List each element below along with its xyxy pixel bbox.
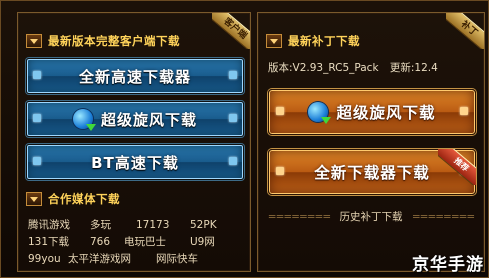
client-section-header: 最新版本完整客户端下载: [26, 33, 180, 49]
media-row: 腾讯游戏 多玩 17173 52PK: [28, 216, 244, 233]
patch-whirlwind-label: 超级旋风下载: [336, 104, 436, 122]
patch-section-title: 最新补丁下载: [288, 34, 360, 48]
diamond-icon: [33, 157, 41, 165]
diamond-icon: [33, 71, 41, 79]
whirlwind-download-label: 超级旋风下载: [100, 110, 197, 129]
media-partner-list: 腾讯游戏 多玩 17173 52PK 131下载 766 电玩巴士 U9网 99…: [28, 216, 244, 267]
diamond-icon: [33, 114, 41, 122]
bt-download-label: BT高速下载: [91, 153, 179, 172]
divider-left: ========: [267, 211, 331, 223]
client-ribbon-badge: 客户端: [212, 13, 250, 49]
diamond-icon: [276, 167, 284, 175]
media-section-header: 合作媒体下载: [26, 191, 120, 207]
site-watermark: 京华手游: [412, 255, 484, 275]
media-link[interactable]: 52PK: [190, 219, 217, 231]
version-info: 版本:V2.93_RC5_Pack 更新:12.4: [268, 60, 438, 75]
patch-download-panel: 最新补丁下载 补丁 版本:V2.93_RC5_Pack 更新:12.4 超级旋风…: [257, 12, 485, 272]
download-globe-icon: [308, 102, 332, 124]
patch-ribbon-label: 补丁: [446, 13, 484, 49]
patch-new-downloader-button[interactable]: 全新下载器下载 推荐: [268, 149, 476, 195]
history-patch-label: 历史补丁下载: [339, 211, 403, 223]
recommend-badge: 推荐: [438, 149, 476, 185]
collapse-arrow-icon: [26, 192, 42, 206]
media-row: 99you 太平洋游戏网 网际快车: [28, 250, 244, 267]
new-downloader-button[interactable]: 全新高速下载器: [26, 58, 244, 94]
whirlwind-download-button[interactable]: 超级旋风下载: [26, 101, 244, 137]
recommend-badge-label: 推荐: [438, 149, 476, 185]
patch-whirlwind-download-button[interactable]: 超级旋风下载: [268, 89, 476, 135]
media-row: 131下载 766 电玩巴士 U9网: [28, 233, 244, 250]
version-label: 版本:V2.93_RC5_Pack: [268, 62, 379, 74]
collapse-arrow-icon: [266, 34, 282, 48]
media-link[interactable]: U9网: [190, 234, 215, 249]
client-ribbon-label: 客户端: [212, 13, 250, 49]
diamond-icon: [276, 107, 284, 115]
client-section-title: 最新版本完整客户端下载: [48, 34, 180, 48]
new-downloader-label: 全新高速下载器: [78, 67, 191, 86]
media-link[interactable]: 网际快车: [156, 251, 198, 266]
media-link[interactable]: 766: [90, 236, 124, 248]
media-link[interactable]: 99you: [28, 253, 68, 265]
diamond-icon: [229, 157, 237, 165]
patch-new-downloader-label: 全新下载器下载: [314, 164, 430, 182]
media-link[interactable]: 17173: [136, 219, 190, 231]
client-download-panel: 最新版本完整客户端下载 客户端 全新高速下载器 超级旋风下载 BT高速下载 合作…: [17, 12, 251, 272]
history-patch-link[interactable]: ======== 历史补丁下载 ========: [258, 209, 484, 224]
diamond-icon: [460, 107, 468, 115]
bt-download-button[interactable]: BT高速下载: [26, 144, 244, 180]
media-section-title: 合作媒体下载: [48, 192, 120, 206]
diamond-icon: [229, 71, 237, 79]
media-link[interactable]: 多玩: [90, 217, 136, 232]
patch-section-header: 最新补丁下载: [266, 33, 360, 49]
collapse-arrow-icon: [26, 34, 42, 48]
update-date-label: 更新:12.4: [389, 62, 438, 74]
divider-right: ========: [411, 211, 475, 223]
media-link[interactable]: 太平洋游戏网: [68, 251, 156, 266]
patch-ribbon-badge: 补丁: [446, 13, 484, 49]
download-globe-icon: [72, 109, 96, 131]
diamond-icon: [229, 114, 237, 122]
media-link[interactable]: 电玩巴士: [124, 234, 190, 249]
media-link[interactable]: 131下载: [28, 234, 90, 249]
media-link[interactable]: 腾讯游戏: [28, 217, 90, 232]
